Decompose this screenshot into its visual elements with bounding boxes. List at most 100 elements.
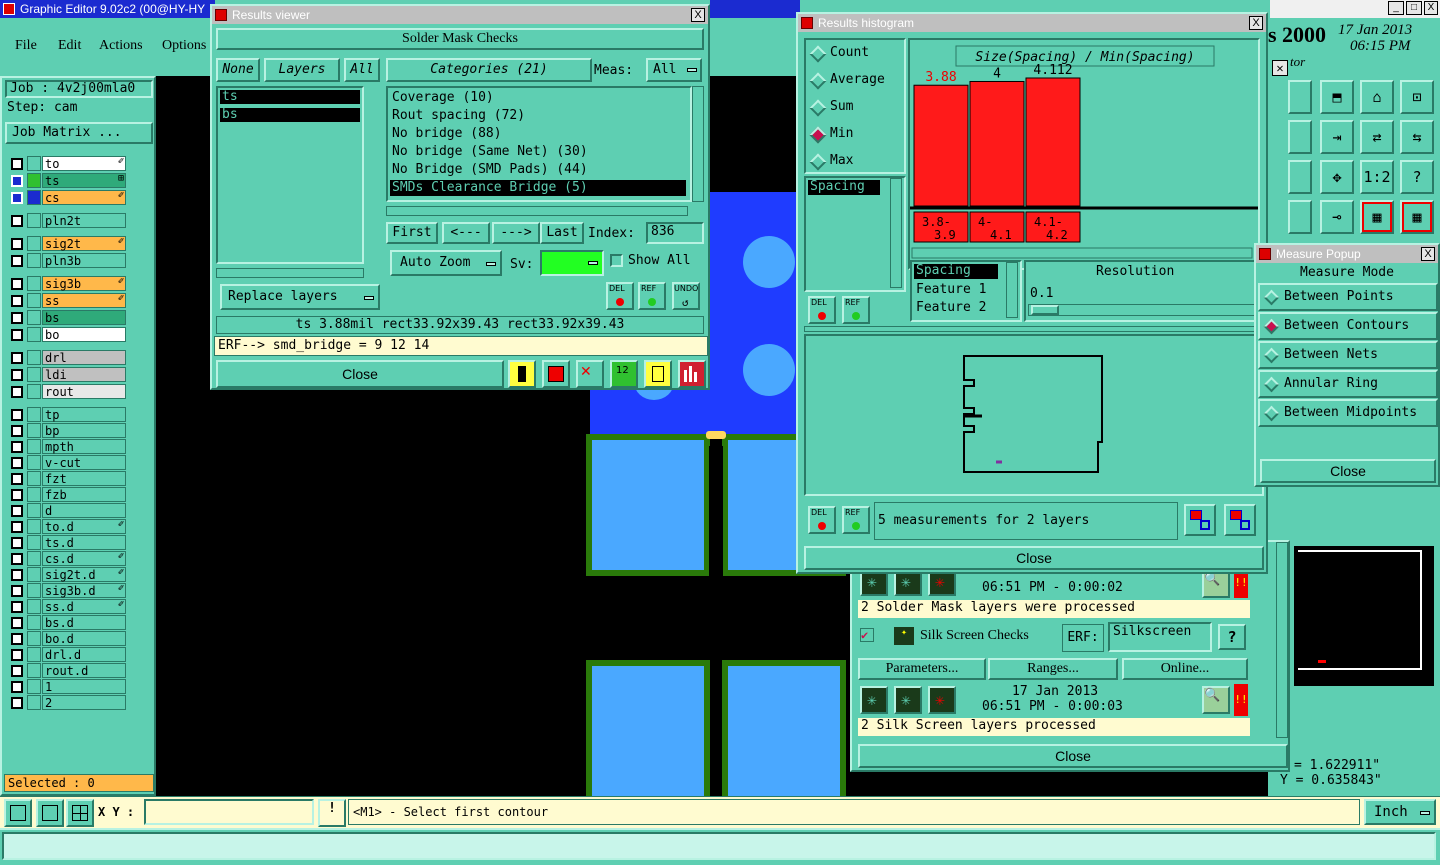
erf-field[interactable]: Silkscreen bbox=[1108, 622, 1212, 652]
category-item[interactable]: Rout spacing (72) bbox=[390, 108, 686, 124]
tool-icon[interactable]: ⌂ bbox=[1360, 80, 1394, 114]
layer-color-swatch[interactable] bbox=[27, 471, 41, 486]
layer-color-swatch[interactable] bbox=[27, 599, 41, 614]
mode-label[interactable]: Count bbox=[830, 45, 869, 60]
layer-checkbox[interactable] bbox=[11, 369, 23, 381]
tool-icon[interactable]: ⊸ bbox=[1320, 200, 1354, 234]
layer-name[interactable]: 1 bbox=[42, 679, 126, 694]
layer-color-swatch[interactable] bbox=[27, 156, 41, 171]
layer-color-swatch[interactable] bbox=[27, 253, 41, 268]
layer-checkbox[interactable] bbox=[11, 295, 23, 307]
layer-name[interactable]: to bbox=[42, 156, 126, 171]
erf-disable-icon[interactable]: ✕ bbox=[576, 360, 604, 388]
layer-name[interactable]: rout.d bbox=[42, 663, 126, 678]
layer-checkbox[interactable] bbox=[11, 585, 23, 597]
layer-row[interactable]: rout.d bbox=[8, 663, 126, 678]
layer-row[interactable]: drl bbox=[8, 350, 126, 365]
mode-label[interactable]: Sum bbox=[830, 99, 853, 114]
layer-checkbox[interactable] bbox=[11, 553, 23, 565]
layer-checkbox[interactable] bbox=[11, 192, 23, 204]
layer-row[interactable]: tp bbox=[8, 407, 126, 422]
tool-icon[interactable] bbox=[1288, 120, 1312, 154]
parameters-button[interactable]: Parameters... bbox=[858, 658, 986, 680]
run-icon[interactable]: ✳ bbox=[860, 686, 888, 714]
layer-checkbox[interactable] bbox=[11, 505, 23, 517]
layer-name[interactable]: fzb bbox=[42, 487, 126, 502]
xy-input[interactable] bbox=[144, 799, 314, 825]
layer-row[interactable]: 1 bbox=[8, 679, 126, 694]
field-feature-2[interactable]: Feature 2 bbox=[916, 300, 986, 315]
layer-checkbox[interactable] bbox=[11, 352, 23, 364]
measure-mode-radio[interactable] bbox=[1263, 289, 1280, 306]
layer-row[interactable]: d bbox=[8, 503, 126, 518]
layer-color-swatch[interactable] bbox=[27, 695, 41, 710]
menu-actions[interactable]: Actions bbox=[99, 38, 143, 54]
layer-name[interactable]: cs bbox=[42, 190, 126, 205]
tool-icon[interactable]: ⇄ bbox=[1360, 120, 1394, 154]
layer-name[interactable]: bo.d bbox=[42, 631, 126, 646]
layer-row[interactable]: sig2t ✐ bbox=[8, 236, 126, 251]
field-list[interactable]: Spacing Feature 1 Feature 2 bbox=[910, 260, 1022, 322]
layer-checkbox[interactable] bbox=[11, 386, 23, 398]
tool-icon[interactable] bbox=[1288, 160, 1312, 194]
layer-results-list[interactable]: ts bs bbox=[216, 86, 364, 264]
layer-row[interactable]: pln3b bbox=[8, 253, 126, 268]
layer-color-swatch[interactable] bbox=[27, 173, 41, 188]
layer-checkbox[interactable] bbox=[11, 329, 23, 341]
layer-row[interactable]: rout bbox=[8, 384, 126, 399]
layer-color-swatch[interactable] bbox=[27, 439, 41, 454]
mode-radio[interactable] bbox=[809, 126, 827, 144]
last-button[interactable]: Last bbox=[540, 222, 584, 244]
measure-mode-option[interactable]: Between Contours bbox=[1258, 312, 1438, 340]
layer-color-swatch[interactable] bbox=[27, 519, 41, 534]
tool-icon[interactable]: ⬒ bbox=[1320, 80, 1354, 114]
tool-icon[interactable]: ⊡ bbox=[1400, 80, 1434, 114]
layer-checkbox[interactable] bbox=[11, 425, 23, 437]
checks-scrollbar[interactable] bbox=[1276, 542, 1288, 738]
mode-radio[interactable] bbox=[809, 99, 827, 117]
del-button[interactable]: DEL bbox=[606, 282, 634, 310]
chart-hscrollbar[interactable] bbox=[911, 247, 1253, 259]
histogram-close-icon[interactable]: X bbox=[1249, 16, 1263, 30]
layer-color-swatch[interactable] bbox=[27, 327, 41, 342]
meas-dropdown[interactable]: All bbox=[646, 58, 702, 82]
prev-button[interactable]: <--- bbox=[442, 222, 490, 244]
layer-row[interactable]: pln2t bbox=[8, 213, 126, 228]
mode-label[interactable]: Average bbox=[830, 72, 885, 87]
auto-zoom-dropdown[interactable]: Auto Zoom bbox=[390, 250, 502, 276]
layer-name[interactable]: mpth bbox=[42, 439, 126, 454]
right-close-icon[interactable]: ✕ bbox=[1272, 60, 1288, 76]
layer-name[interactable]: sig3b bbox=[42, 276, 126, 291]
layer-color-swatch[interactable] bbox=[27, 455, 41, 470]
highlight-icon[interactable] bbox=[508, 360, 536, 388]
layer-row[interactable]: sig3b.d ✐ bbox=[8, 583, 126, 598]
index-field[interactable]: 836 bbox=[646, 222, 704, 244]
layer-name[interactable]: pln3b bbox=[42, 253, 126, 268]
grid-icon[interactable] bbox=[66, 799, 94, 827]
measure-mode-radio[interactable] bbox=[1263, 318, 1280, 335]
layer-color-swatch[interactable] bbox=[27, 367, 41, 382]
mode-label[interactable]: Min bbox=[830, 126, 853, 141]
layer-color-swatch[interactable] bbox=[27, 350, 41, 365]
help-button[interactable]: ? bbox=[1218, 624, 1246, 650]
layer-name[interactable]: ts bbox=[42, 173, 126, 188]
layer-checkbox[interactable] bbox=[11, 441, 23, 453]
replace-layers-dropdown[interactable]: Replace layers bbox=[220, 284, 380, 310]
histogram-bar[interactable] bbox=[969, 80, 1025, 207]
layer-color-swatch[interactable] bbox=[27, 615, 41, 630]
categories-list[interactable]: Coverage (10) Rout spacing (72) No bridge … bbox=[386, 86, 692, 202]
layer-name[interactable]: sig2t.d bbox=[42, 567, 126, 582]
layer-name[interactable]: ss bbox=[42, 293, 126, 308]
histogram-del-button[interactable]: DEL bbox=[808, 296, 836, 324]
mini-map[interactable] bbox=[1294, 546, 1434, 686]
layer-name[interactable]: bo bbox=[42, 327, 126, 342]
layer-row[interactable]: fzb bbox=[8, 487, 126, 502]
run-icon[interactable]: ✳ bbox=[928, 686, 956, 714]
export-left-icon[interactable] bbox=[1184, 504, 1216, 536]
zoom-fit-icon[interactable] bbox=[4, 799, 32, 827]
layer-color-swatch[interactable] bbox=[27, 487, 41, 502]
layer-name[interactable]: fzt bbox=[42, 471, 126, 486]
run-icon[interactable]: ✳ bbox=[894, 686, 922, 714]
layer-row[interactable]: 2 bbox=[8, 695, 126, 710]
none-button[interactable]: None bbox=[216, 58, 260, 82]
